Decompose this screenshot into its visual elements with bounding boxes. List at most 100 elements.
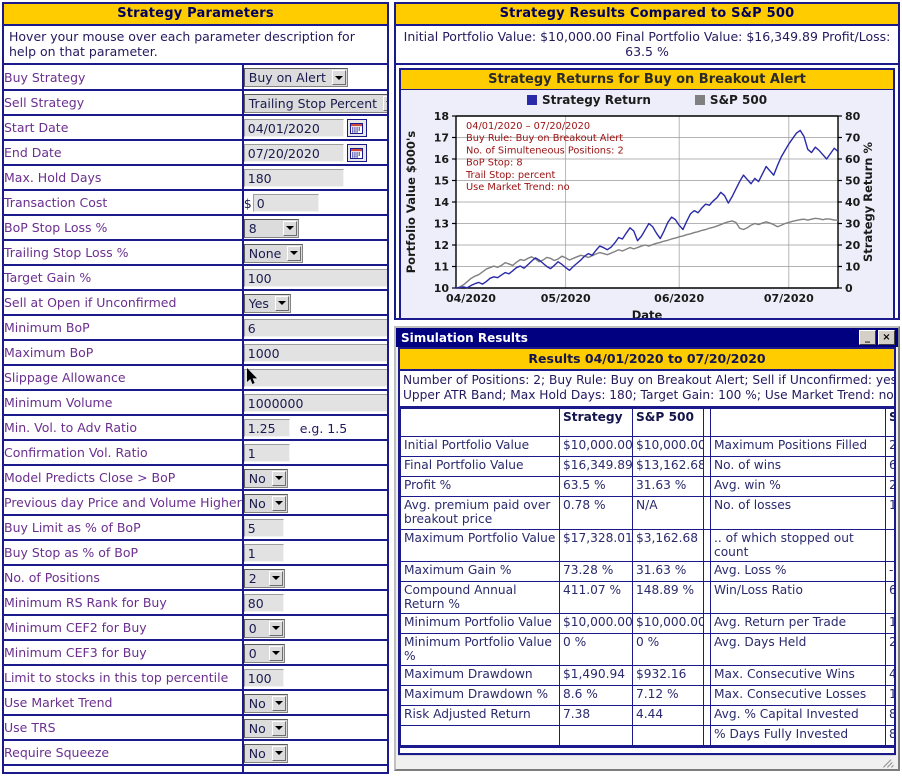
chevron-down-icon[interactable] (271, 470, 286, 486)
calendar-icon[interactable] (346, 144, 367, 163)
metric-value-spx: $10,000.00 (632, 613, 704, 634)
svg-text:No. of Simulteneous Positions:: No. of Simulteneous Positions: 2 (466, 145, 624, 156)
svg-text:10: 10 (845, 261, 861, 274)
calendar-icon[interactable] (346, 119, 367, 138)
input-maximum-bop[interactable]: 1000 (243, 344, 387, 363)
select-value: 8 (248, 220, 257, 236)
input-min-vol-to-adv-ratio[interactable]: 1.25 (243, 419, 290, 438)
metric-label-right: Avg. Return per Trade (710, 613, 886, 634)
chevron-down-icon[interactable] (268, 620, 283, 636)
input-minimum-rs-rank-for-buy[interactable]: 80 (243, 594, 284, 613)
metric-value-right: 28.43 (885, 633, 894, 666)
chevron-down-icon[interactable] (274, 295, 289, 311)
chevron-down-icon[interactable] (282, 220, 297, 236)
table-row: Maximum Drawdown $1,490.94 $932.16 Max. Con… (400, 665, 894, 686)
metric-value-strategy: $10,000.00 (559, 613, 633, 634)
parameter-field-cell: 180 (242, 165, 387, 191)
metric-value-right: 18.54 (885, 613, 894, 634)
parameter-label-bop-stop-loss: BoP Stop Loss % (4, 215, 244, 241)
select-bop-stop-loss[interactable]: 8 (243, 218, 299, 238)
input-target-gain[interactable]: 100▲▼ (243, 269, 387, 288)
select-buy-strategy[interactable]: Buy on Alert (243, 68, 348, 87)
input-limit-to-stocks-in-this-top-percentile[interactable]: 100 (243, 669, 284, 688)
parameter-label-maximum-bop: Maximum BoP (4, 340, 244, 366)
select-sell-at-open-if-unconfirmed[interactable]: Yes (243, 293, 291, 313)
minimize-icon[interactable]: _ (859, 330, 876, 345)
parameter-field-cell: No (242, 690, 387, 716)
results-table-scroll[interactable]: StrategyS&P 500StratInitial Portfolio Va… (400, 408, 894, 751)
input-transaction-cost[interactable]: 0 (252, 194, 319, 213)
svg-text:06/2020: 06/2020 (654, 292, 704, 305)
select-value: Trailing Stop Percent (248, 95, 378, 111)
input-start-date[interactable]: 04/01/2020 (243, 119, 344, 138)
metric-label-left: Minimum Portfolio Value (400, 613, 560, 634)
parameter-label-trailing-stop-loss: Trailing Stop Loss % (4, 240, 244, 266)
select-use-trs[interactable]: No (243, 718, 288, 738)
input-slippage-allowance[interactable] (243, 369, 387, 388)
svg-text:04/2020: 04/2020 (446, 292, 496, 305)
chevron-down-icon[interactable] (287, 245, 302, 261)
col-header-strategy: Strategy (559, 408, 633, 437)
svg-text:12: 12 (434, 239, 449, 252)
chevron-down-icon[interactable] (331, 70, 346, 85)
select-previous-day-price-and-volume-higher[interactable]: No (243, 493, 288, 513)
parameter-label-limit-to-stocks-in-this-top-percentile: Limit to stocks in this top percentile (4, 665, 244, 691)
parameter-row: End Date 07/20/2020 (4, 140, 387, 166)
metric-value-right: 2 (885, 436, 894, 457)
input-max-hold-days[interactable]: 180 (243, 169, 344, 188)
input-minimum-bop[interactable]: 6 (243, 319, 387, 338)
parameter-field-cell: 1.25 e.g. 1.5 (242, 415, 387, 441)
metric-label-left: Minimum Portfolio Value % (400, 633, 560, 666)
select-value: Yes (248, 295, 269, 311)
chevron-down-icon[interactable] (383, 95, 387, 111)
chevron-down-icon[interactable] (271, 745, 286, 761)
chart-title: Strategy Returns for Buy on Breakout Ale… (401, 70, 893, 90)
parameter-row: Transaction Cost $0 (4, 190, 387, 216)
close-icon[interactable]: × (878, 330, 895, 345)
parameter-label-initial-portfolio-value: Initial Portfolio Value (4, 765, 244, 772)
parameter-label-model-predicts-close-bop: Model Predicts Close > BoP (4, 465, 244, 491)
chevron-down-icon[interactable] (268, 570, 283, 586)
select-require-squeeze[interactable]: No (243, 743, 288, 763)
parameter-row: Buy Strategy Buy on Alert (4, 65, 387, 91)
svg-text:Buy Rule: Buy on Breakout Aler: Buy Rule: Buy on Breakout Alert (466, 133, 623, 144)
metric-value-strategy (559, 725, 633, 746)
metric-value-strategy: $10,000.00 (559, 436, 633, 457)
select-use-market-trend[interactable]: No (243, 693, 288, 713)
select-value: No (248, 745, 266, 761)
input-confirmation-vol-ratio[interactable]: 1 (243, 444, 290, 463)
input-buy-stop-as-of-bop[interactable]: 1 (243, 544, 284, 563)
svg-text:60: 60 (845, 153, 861, 166)
legend-swatch-spx (694, 95, 705, 105)
metric-value-right (885, 529, 894, 562)
parameter-field-cell: Yes (242, 290, 387, 316)
parameter-label-end-date: End Date (4, 140, 244, 166)
chevron-down-icon[interactable] (271, 495, 286, 511)
chart-legend: Strategy Return S&P 500 (401, 90, 893, 108)
svg-text:07/2020: 07/2020 (764, 292, 814, 305)
select-minimum-cef3-for-buy[interactable]: 0 (243, 643, 285, 663)
parameter-label-minimum-bop: Minimum BoP (4, 315, 244, 341)
svg-text:20: 20 (845, 239, 861, 252)
svg-text:Trail Stop: percent: Trail Stop: percent (465, 170, 556, 181)
select-no-of-positions[interactable]: 2 (243, 568, 285, 588)
metric-value-spx: $13,162.68 (632, 456, 704, 477)
input-minimum-volume[interactable]: 1000000 (243, 394, 387, 413)
parameter-field-cell: 2 (242, 565, 387, 591)
resize-grip[interactable] (883, 756, 895, 768)
metric-value-right: 6 (885, 456, 894, 477)
parameter-field-cell: 0 (242, 615, 387, 641)
chevron-down-icon[interactable] (271, 695, 286, 711)
select-sell-strategy[interactable]: Trailing Stop Percent (243, 93, 387, 113)
chevron-down-icon[interactable] (271, 720, 286, 736)
simulation-results-body: Results 04/01/2020 to 07/20/2020 Number … (398, 347, 896, 755)
input-end-date[interactable]: 07/20/2020 (243, 144, 344, 163)
chevron-down-icon[interactable] (268, 645, 283, 661)
input-buy-limit-as-of-bop[interactable]: 5 (243, 519, 284, 538)
metric-label-right: Maximum Positions Filled (710, 436, 886, 457)
table-row: Risk Adjusted Return 7.38 4.44 Avg. % Capit… (400, 705, 894, 726)
select-model-predicts-close-bop[interactable]: No (243, 468, 288, 488)
select-trailing-stop-loss[interactable]: None (243, 243, 304, 263)
column-separator (703, 685, 711, 706)
select-minimum-cef2-for-buy[interactable]: 0 (243, 618, 285, 638)
